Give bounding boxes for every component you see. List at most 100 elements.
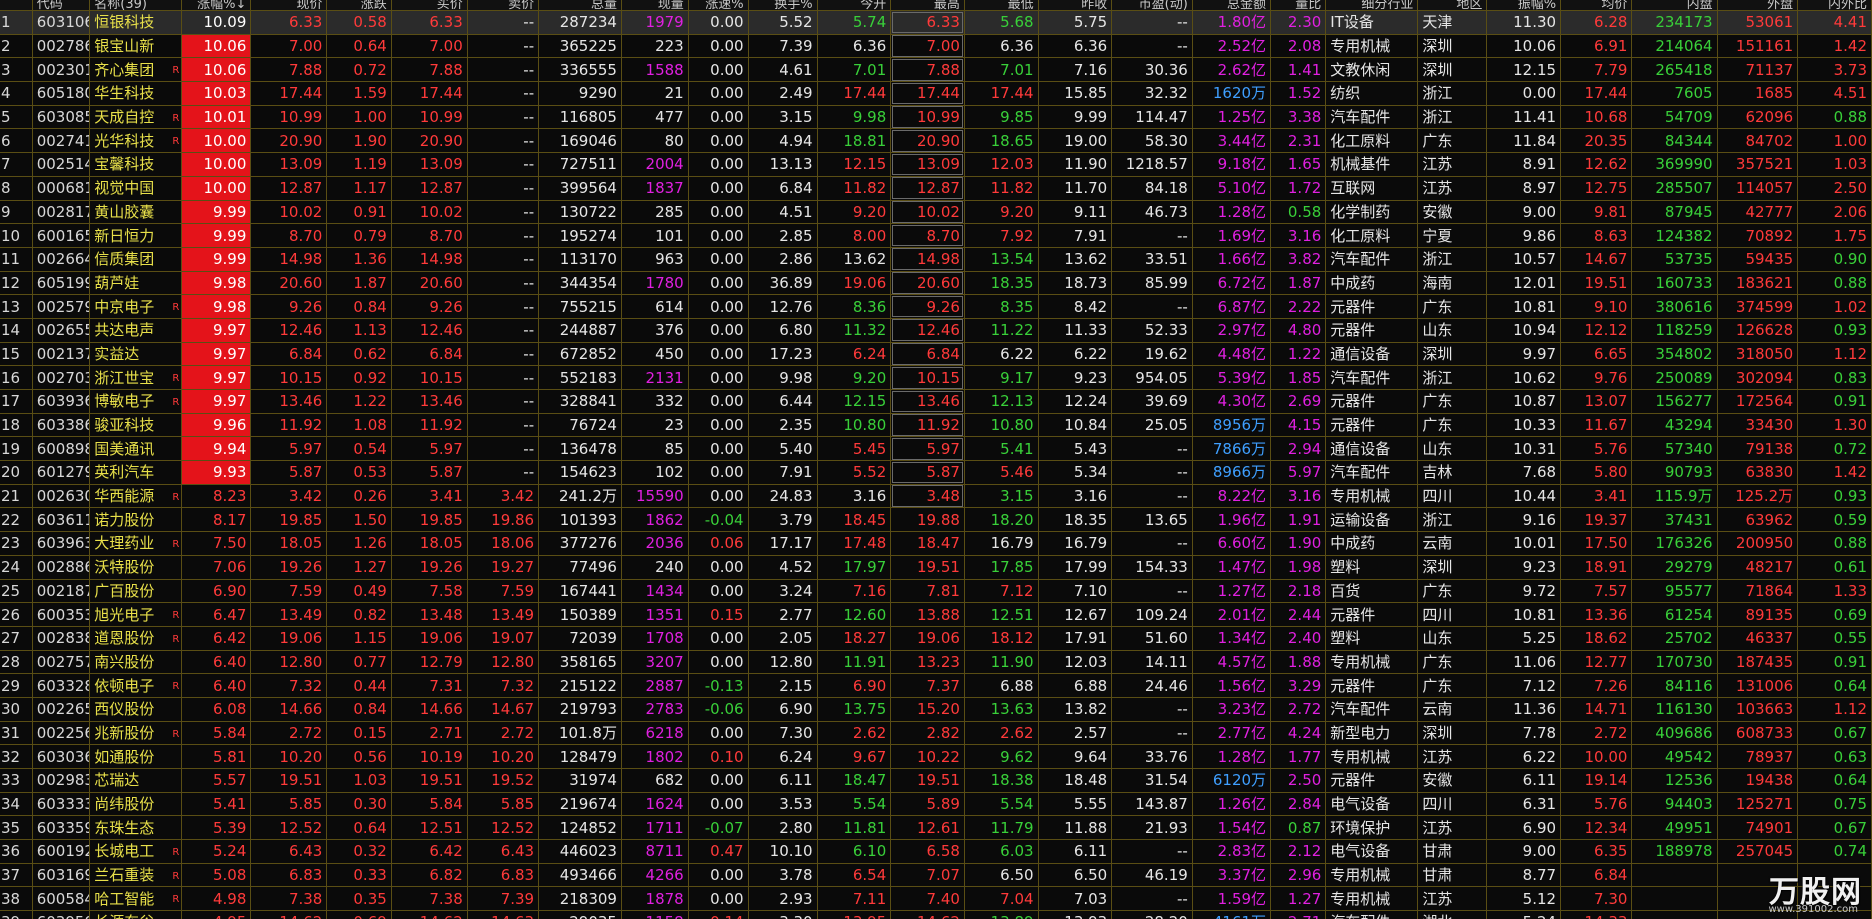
quote-row[interactable]: 39603950长源东谷4.9514.620.6914.6214.6329035… bbox=[0, 910, 1872, 919]
cell-pe: 13.65 bbox=[1111, 507, 1193, 533]
quote-row[interactable]: 13 002579 中京电子 R 9.98 9.26 0.84 9.26 -- 755215 614… bbox=[0, 294, 1872, 319]
cell-ask: -- bbox=[467, 365, 540, 390]
cell-area: 深圳 bbox=[1417, 555, 1488, 580]
column-header[interactable]: 现量 bbox=[621, 0, 689, 11]
column-header[interactable]: 量比 bbox=[1270, 0, 1327, 11]
cell-price: 5.85 bbox=[250, 792, 328, 817]
quote-row[interactable]: 9 002817 黄山胶囊 9.99 10.02 0.91 10.02 -- 130722 285… bbox=[0, 200, 1872, 225]
quote-row[interactable]: 15 002137 实益达 9.97 6.84 0.62 6.84 -- 672852 450 0.… bbox=[0, 342, 1872, 367]
column-header[interactable]: 涨跌 bbox=[326, 0, 392, 11]
cell-bid: 6.82 bbox=[391, 863, 468, 888]
column-header[interactable]: 均价 bbox=[1560, 0, 1633, 11]
quote-row[interactable]: 21 002630 华西能源 R 8.23 3.42 0.26 3.41 3.42 241.2万 1… bbox=[0, 484, 1872, 509]
quote-row[interactable]: 38 600584 哈工智能 R 4.98 7.38 0.35 7.38 7.39 218309 1… bbox=[0, 886, 1872, 912]
column-header[interactable]: 换手% bbox=[748, 0, 818, 11]
cell-value: 0.88 bbox=[1833, 534, 1867, 553]
column-header[interactable] bbox=[0, 0, 33, 11]
cell-value: 17.23 bbox=[769, 344, 813, 363]
column-header[interactable]: 市盈(动) bbox=[1111, 0, 1193, 11]
quote-row[interactable]: 19 600898 国美通讯 9.94 5.97 0.54 5.97 -- 136478 85 0.… bbox=[0, 436, 1872, 462]
quote-row[interactable]: 30 002265 西仪股份 6.08 14.66 0.84 14.66 14.67 21979… bbox=[0, 697, 1872, 722]
cell-chg: 9.98 bbox=[181, 271, 252, 296]
cell-avg: 7.30 bbox=[1560, 886, 1633, 912]
cell-cur: 102 bbox=[621, 460, 689, 485]
quote-row[interactable]: 16 002703 浙江世宝 R 9.97 10.15 0.92 10.15 -- 552183 2… bbox=[0, 365, 1872, 390]
column-header[interactable]: 振幅% bbox=[1486, 0, 1562, 11]
quote-row[interactable]: 34 603333 尚纬股份 5.41 5.85 0.30 5.84 5.85 219674 16… bbox=[0, 792, 1872, 817]
quote-row[interactable]: 29 603328 依顿电子 R 6.40 7.32 0.44 7.31 7.32 215122 2… bbox=[0, 673, 1872, 698]
column-header[interactable]: 代码 bbox=[32, 0, 91, 11]
cell-outer: 357521 bbox=[1717, 152, 1799, 177]
quote-row[interactable]: 5 603085 天成自控 R 10.01 10.99 1.00 10.99 -- 116805 4… bbox=[0, 105, 1872, 130]
quote-row[interactable]: 11 002664 信质集团 9.99 14.98 1.36 14.98 -- 113170 96… bbox=[0, 247, 1872, 272]
quote-row[interactable]: 36 600192 长城电工 R 5.24 6.43 0.32 6.42 6.43 446023 8… bbox=[0, 839, 1872, 864]
quote-row[interactable]: 12 605199 葫芦娃 9.98 20.60 1.87 20.60 -- 344354 178… bbox=[0, 271, 1872, 296]
cell-code: 603085 bbox=[32, 105, 91, 130]
quote-row[interactable]: 18 603386 骏亚科技 9.96 11.92 1.08 11.92 -- 76724 23 0… bbox=[0, 413, 1872, 438]
column-header[interactable]: 昨收 bbox=[1038, 0, 1113, 11]
quote-row[interactable]: 26 600353 旭光电子 R 6.47 13.49 0.82 13.48 13.49 1503… bbox=[0, 602, 1872, 627]
column-header[interactable]: 总金额 bbox=[1192, 0, 1272, 11]
quote-row[interactable]: 31 002256 兆新股份 R 5.84 2.72 0.15 2.71 2.72 101.8万 6… bbox=[0, 721, 1872, 746]
cell-value: 118259 bbox=[1655, 321, 1713, 340]
column-header[interactable]: 地区 bbox=[1417, 0, 1488, 11]
column-header[interactable]: 卖价 bbox=[467, 0, 540, 11]
quote-row[interactable]: 2 002786 银宝山新 10.06 7.00 0.64 7.00 -- 365225 223 0… bbox=[0, 34, 1872, 59]
margin-trading-badge: R bbox=[172, 728, 180, 740]
cell-value: 160733 bbox=[1655, 273, 1713, 292]
quote-row[interactable]: 35 603359 东珠生态 5.39 12.52 0.64 12.51 12.52 12485… bbox=[0, 815, 1872, 841]
cell-value: 3.16 bbox=[1287, 226, 1322, 245]
quote-row[interactable]: 17 603936 博敏电子 R 9.97 13.46 1.22 13.46 -- 328841 3… bbox=[0, 389, 1872, 414]
quote-row[interactable]: 14 002655 共达电声 9.97 12.46 1.13 12.46 -- 244887 37… bbox=[0, 318, 1872, 343]
column-header[interactable]: 细分行业 bbox=[1325, 0, 1419, 11]
quote-row[interactable]: 37 603169 兰石重装 R 5.08 6.83 0.33 6.82 6.83 493466 4… bbox=[0, 863, 1872, 888]
cell-cur: 4266 bbox=[621, 863, 689, 888]
quote-row[interactable]: 24 002886 沃特股份 7.06 19.26 1.27 19.26 19.27 77496… bbox=[0, 555, 1872, 580]
cell-value: 2.50 bbox=[1833, 179, 1867, 198]
column-header[interactable]: 现价 bbox=[250, 0, 328, 11]
quote-row[interactable]: 1 603106 恒银科技 10.09 6.33 0.58 6.33 -- 287234 1979… bbox=[0, 10, 1872, 35]
column-header[interactable]: 最高 bbox=[890, 0, 965, 11]
column-header[interactable]: 今开 bbox=[817, 0, 892, 11]
column-header[interactable]: 总量 bbox=[538, 0, 622, 11]
quote-row[interactable]: 27 002838 道恩股份 R 6.42 19.06 1.15 19.06 19.07 7203… bbox=[0, 626, 1872, 651]
cell-value: 8.97 bbox=[1522, 179, 1557, 198]
cell-pe: 30.36 bbox=[1111, 57, 1193, 83]
cell-value: 12.67 bbox=[1064, 605, 1108, 624]
quote-row[interactable]: 28 002757 南兴股份 6.40 12.80 0.77 12.79 12.80 35816… bbox=[0, 650, 1872, 675]
quote-row[interactable]: 22 603611 诺力股份 8.17 19.85 1.50 19.85 19.86 10139… bbox=[0, 507, 1872, 533]
column-header[interactable]: 涨幅%↓ bbox=[181, 0, 252, 11]
quote-row[interactable]: 25 002187 广百股份 6.90 7.59 0.49 7.58 7.59 167441 14… bbox=[0, 579, 1872, 604]
column-header[interactable]: 买价 bbox=[391, 0, 468, 11]
cell-value: 0.92 bbox=[353, 368, 387, 387]
quote-row[interactable]: 10 600165 新日恒力 9.99 8.70 0.79 8.70 -- 195274 101 0… bbox=[0, 223, 1872, 248]
column-header[interactable]: 外盘 bbox=[1717, 0, 1799, 11]
cell-code: 002983 bbox=[32, 768, 91, 793]
column-header[interactable]: 名称(39) bbox=[89, 0, 183, 11]
cell-value: 7605 bbox=[1674, 84, 1713, 103]
quote-row[interactable]: 23 603963 大理药业 R 7.50 18.05 1.26 18.05 18.06 3772… bbox=[0, 531, 1872, 556]
cell-pe: 32.32 bbox=[1111, 81, 1193, 106]
quote-row[interactable]: 33 002983 芯瑞达 5.57 19.51 1.03 19.51 19.52 31974 6… bbox=[0, 768, 1872, 793]
cell-ask: 19.27 bbox=[467, 555, 540, 580]
cell-value: 6.90 bbox=[212, 581, 247, 600]
quote-row[interactable]: 20 601279 英利汽车 9.93 5.87 0.53 5.87 -- 154623 102 0… bbox=[0, 460, 1872, 485]
column-header[interactable]: 内盘 bbox=[1631, 0, 1718, 11]
quote-row[interactable]: 8 000681 视觉中国 10.00 12.87 1.17 12.87 -- 399564 18… bbox=[0, 176, 1872, 201]
column-header[interactable]: 涨速% bbox=[688, 0, 749, 11]
quote-row[interactable]: 7 002514 宝馨科技 10.00 13.09 1.19 13.09 -- 727511 20… bbox=[0, 152, 1872, 177]
quote-row[interactable]: 32 603036 如通股份 5.81 10.20 0.56 10.19 10.20 12847… bbox=[0, 744, 1872, 769]
cell-value: -- bbox=[1176, 226, 1188, 245]
cell-cur: 614 bbox=[621, 294, 689, 319]
cell-value: 7.31 bbox=[429, 676, 463, 695]
cell-value: -- bbox=[523, 416, 535, 435]
quote-row[interactable]: 6 002741 光华科技 R 10.00 20.90 1.90 20.90 -- 169046 8… bbox=[0, 128, 1872, 154]
cell-ask: 13.49 bbox=[467, 602, 540, 627]
quote-row[interactable]: 4 605180 华生科技 10.03 17.44 1.59 17.44 -- 9290 21 0.… bbox=[0, 81, 1872, 106]
column-header[interactable]: 内外比 bbox=[1797, 0, 1872, 11]
cell-value: 002630 bbox=[36, 487, 90, 506]
cell-outer: 257045 bbox=[1717, 839, 1799, 864]
quote-row[interactable]: 3 002301 齐心集团 R 10.06 7.88 0.72 7.88 -- 336555 158… bbox=[0, 57, 1872, 83]
cell-ratio: 3.16 bbox=[1270, 484, 1327, 509]
column-header[interactable]: 最低 bbox=[964, 0, 1039, 11]
